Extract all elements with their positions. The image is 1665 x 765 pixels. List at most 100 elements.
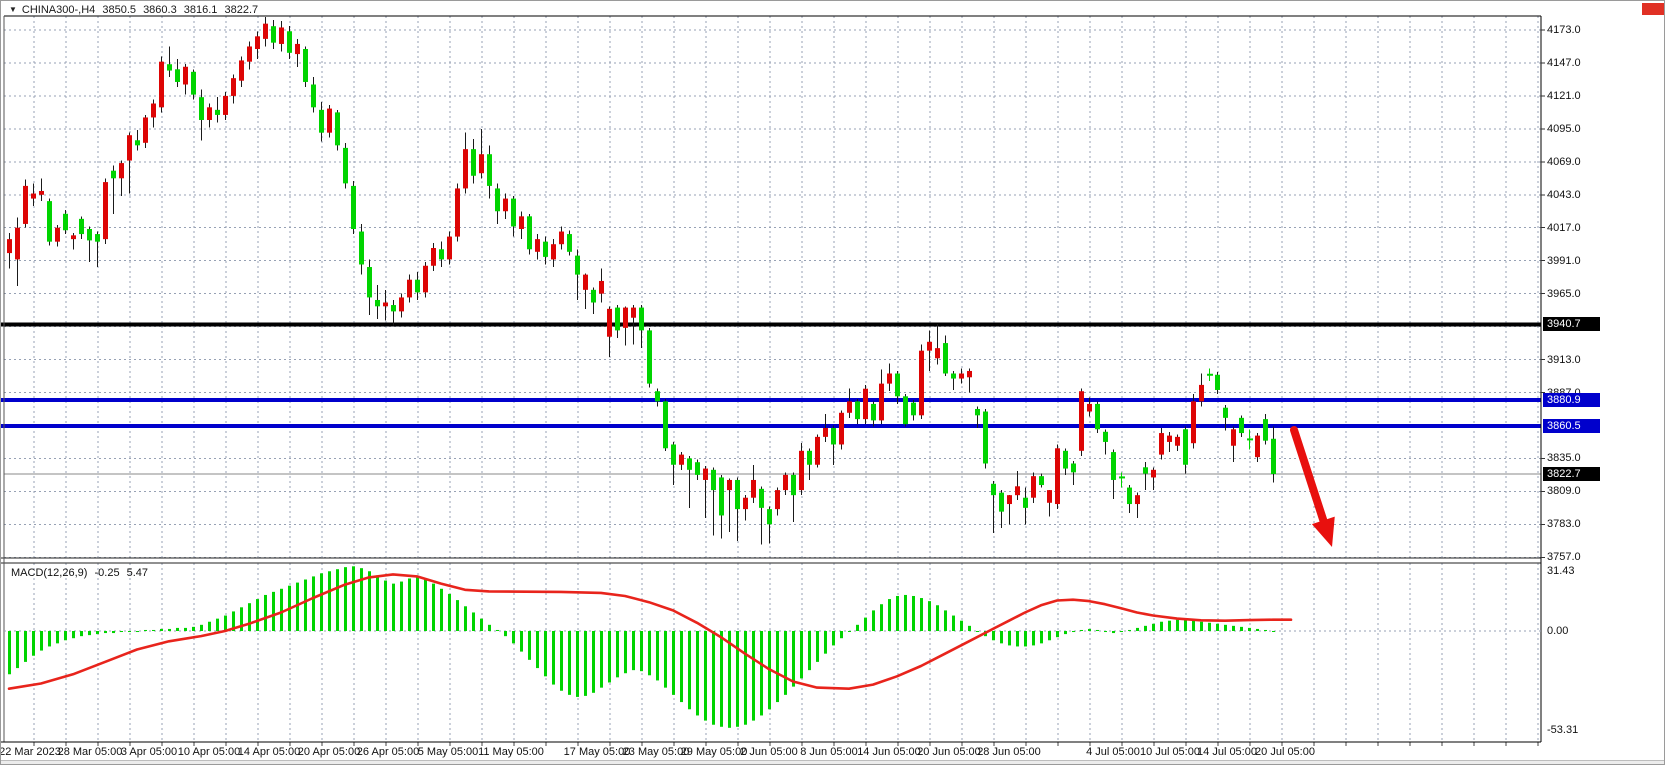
price-tick-label: 4147.0 — [1547, 57, 1607, 69]
macd-histogram-bar — [512, 631, 515, 643]
up-candle — [559, 232, 564, 245]
macd-histogram-bar — [152, 630, 155, 631]
down-candle — [303, 49, 308, 82]
down-candle — [655, 391, 660, 401]
down-candle — [807, 451, 812, 465]
macd-histogram-bar — [208, 622, 211, 631]
down-candle — [711, 470, 716, 490]
up-candle — [839, 413, 844, 445]
macd-histogram-bar — [1184, 620, 1187, 631]
down-candle — [671, 444, 676, 464]
price-tick-label: 4069.0 — [1547, 156, 1607, 168]
up-candle — [1055, 448, 1060, 504]
up-candle — [143, 117, 148, 142]
macd-histogram-bar — [120, 631, 123, 632]
macd-histogram-bar — [1224, 625, 1227, 631]
price-tick-label: 3809.0 — [1547, 485, 1607, 497]
down-candle — [311, 85, 316, 108]
macd-name: MACD(12,26,9) — [11, 567, 87, 579]
macd-histogram-bar — [88, 631, 91, 635]
up-candle — [927, 342, 932, 351]
macd-histogram-bar — [184, 628, 187, 631]
macd-histogram-bar — [192, 627, 195, 631]
macd-histogram-bar — [304, 580, 307, 632]
macd-histogram-bar — [1064, 631, 1067, 634]
up-candle — [327, 109, 332, 133]
macd-histogram-bar — [1096, 630, 1099, 631]
macd-histogram-bar — [1032, 631, 1035, 645]
down-candle — [1143, 467, 1148, 473]
chart-title-bar: ▼CHINA300-,H4 3850.5 3860.3 3816.1 3822.… — [9, 4, 262, 18]
macd-histogram-bar — [272, 592, 275, 631]
macd-histogram-bar — [528, 631, 531, 660]
macd-histogram-bar — [1080, 630, 1083, 631]
macd-histogram-bar — [1160, 622, 1163, 631]
macd-histogram-bar — [712, 631, 715, 725]
down-candle — [1111, 452, 1116, 480]
down-candle — [511, 199, 516, 227]
price-tick-label: 4095.0 — [1547, 123, 1607, 135]
macd-histogram-bar — [1112, 631, 1115, 633]
macd-histogram-bar — [1000, 631, 1003, 643]
macd-histogram-bar — [880, 604, 883, 631]
chart-canvas[interactable] — [1, 1, 1665, 765]
up-candle — [503, 199, 508, 212]
up-candle — [447, 237, 452, 260]
down-candle — [903, 396, 908, 424]
up-candle — [599, 281, 604, 294]
up-candle — [1167, 436, 1172, 442]
symbol-period-label: CHINA300-,H4 — [22, 4, 95, 16]
up-candle — [23, 186, 28, 224]
up-candle — [1199, 385, 1204, 401]
macd-histogram-bar — [1136, 628, 1139, 631]
macd-histogram-bar — [968, 626, 971, 631]
macd-indicator-label: MACD(12,26,9) -0.25 5.47 — [11, 567, 152, 579]
macd-histogram-bar — [1232, 626, 1235, 631]
price-tick-label: 3965.0 — [1547, 288, 1607, 300]
macd-histogram-bar — [64, 631, 67, 640]
down-candle — [527, 216, 532, 249]
ohlc-low: 3816.1 — [184, 4, 218, 16]
time-axis-label: 11 May 05:00 — [478, 746, 544, 758]
macd-histogram-bar — [920, 598, 923, 631]
symbol-dropdown-icon[interactable]: ▼ — [9, 5, 17, 14]
price-badge-3822.7: 3822.7 — [1543, 467, 1600, 481]
sell-arrow-annotation[interactable] — [1294, 430, 1323, 520]
ohlc-open: 3850.5 — [102, 4, 136, 16]
macd-histogram-bar — [488, 625, 491, 631]
macd-histogram-bar — [752, 631, 755, 721]
time-axis-label: 20 Jul 05:00 — [1255, 746, 1315, 758]
down-candle — [87, 229, 92, 240]
down-candle — [1183, 429, 1188, 464]
time-axis-label: 20 Jun 05:00 — [917, 746, 981, 758]
macd-histogram-bar — [536, 631, 539, 668]
down-candle — [943, 343, 948, 373]
macd-histogram-bar — [568, 631, 571, 695]
close-button[interactable] — [1642, 3, 1664, 15]
macd-histogram-bar — [1016, 631, 1019, 646]
up-candle — [623, 308, 628, 328]
macd-histogram-bar — [1176, 620, 1179, 631]
down-candle — [767, 509, 772, 524]
up-candle — [887, 373, 892, 383]
down-candle — [335, 112, 340, 145]
down-candle — [911, 403, 916, 416]
time-axis-label: 22 Mar 2023 — [0, 746, 61, 758]
down-candle — [1215, 375, 1220, 390]
macd-histogram-bar — [432, 584, 435, 631]
macd-histogram-bar — [864, 618, 867, 631]
macd-histogram-bar — [448, 594, 451, 631]
macd-scale-zero: 0.00 — [1547, 625, 1607, 637]
macd-signal-value: 5.47 — [127, 567, 148, 579]
up-candle — [919, 351, 924, 416]
up-candle — [159, 62, 164, 108]
time-axis-label: 5 May 05:00 — [418, 746, 479, 758]
macd-histogram-bar — [848, 631, 851, 632]
down-candle — [471, 149, 476, 176]
macd-histogram-bar — [992, 631, 995, 640]
doji-candle — [1207, 374, 1213, 376]
up-candle — [1191, 401, 1196, 443]
sell-arrow-head[interactable] — [1312, 517, 1335, 547]
macd-histogram-bar — [840, 631, 843, 638]
down-candle — [343, 148, 348, 183]
